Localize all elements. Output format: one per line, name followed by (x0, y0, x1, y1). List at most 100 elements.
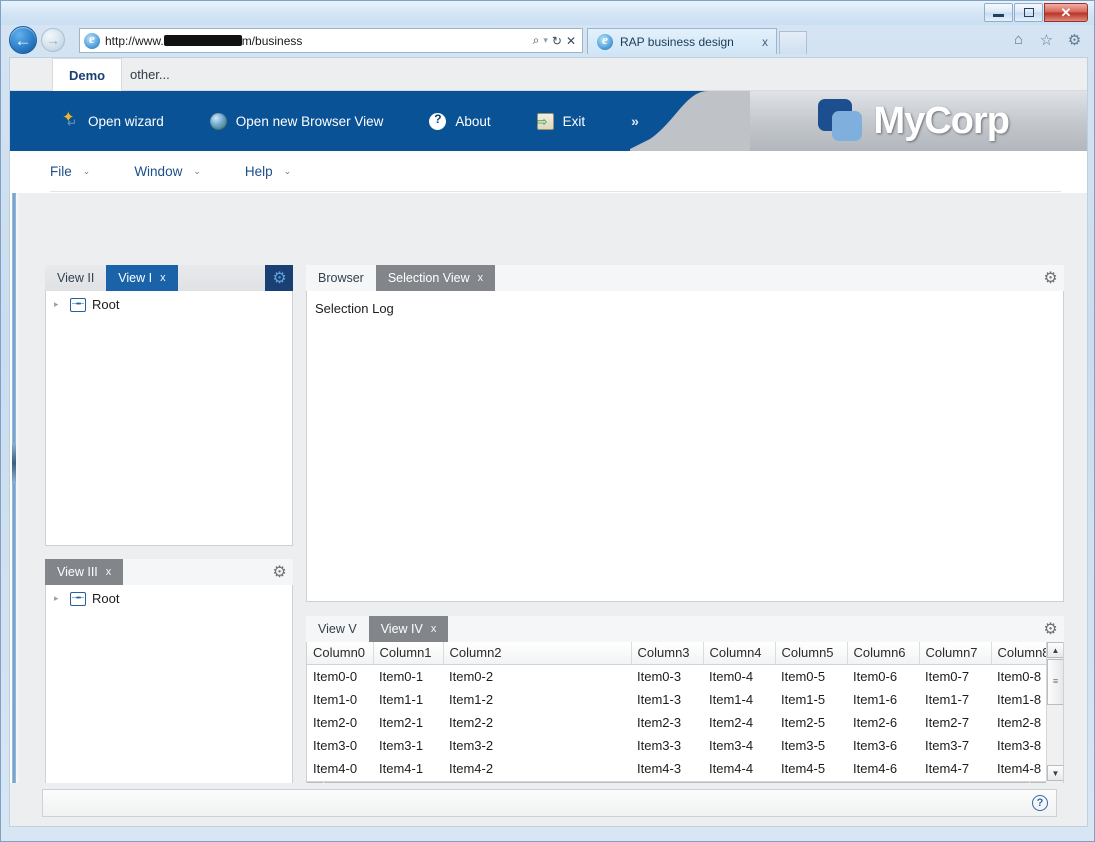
tab-selection-view-label: Selection View (387, 271, 470, 285)
search-icon[interactable]: ⌕ (533, 33, 540, 48)
menu-file[interactable]: File ⌄ (50, 164, 90, 179)
table-cell: Item1-5 (781, 692, 826, 707)
data-table-viewport: Column0 Column1 Column2 Column3 Column4 … (307, 642, 1046, 781)
url-suffix: m/business (241, 33, 303, 48)
tab-other[interactable]: other... (114, 58, 186, 91)
table-cell: Item1-6 (853, 692, 898, 707)
table-cell: Item3-2 (449, 738, 494, 753)
toolbar-overflow-chevrons-icon[interactable]: » (631, 113, 639, 129)
table-cell: Item0-0 (313, 669, 358, 684)
view-menu-gear-icon[interactable]: ⚙ (270, 562, 289, 581)
data-table: Column0 Column1 Column2 Column3 Column4 … (307, 642, 1046, 781)
tab-view-iii[interactable]: View III x (45, 559, 124, 585)
home-icon[interactable]: ⌂ (1009, 30, 1028, 49)
tree-item-root[interactable]: ▸ Root (46, 291, 292, 318)
column-header[interactable]: Column1 (373, 642, 444, 665)
part-table-view: View V View IV x ⚙ Column0 Column1 Colum… (306, 616, 1064, 798)
chevron-down-icon: ⌄ (193, 165, 201, 176)
table-cell: Item4-3 (637, 761, 682, 776)
tree-item-root[interactable]: ▸ Root (46, 585, 292, 612)
table-row[interactable]: Item3-0 Item3-1 Item3-2 Item3-3 Item3-4 … (307, 734, 1046, 757)
tab-view-i-close-icon[interactable]: x (160, 272, 166, 284)
refresh-icon[interactable]: ↻ (552, 34, 562, 48)
toolbar-open-wizard[interactable]: Open wizard (58, 108, 178, 134)
app-toolbar: Open wizard Open new Browser View About … (10, 91, 639, 151)
table-cell: Item0-1 (379, 669, 424, 684)
column-header[interactable]: Column6 (847, 642, 920, 665)
table-cell: Item4-4 (709, 761, 754, 776)
column-header[interactable]: Column7 (919, 642, 992, 665)
scroll-up-button[interactable]: ▲ (1047, 642, 1063, 658)
column-header[interactable]: Column8 (991, 642, 1046, 665)
tab-view-iii-close-icon[interactable]: x (106, 566, 112, 578)
minimize-button[interactable] (984, 3, 1013, 22)
table-vertical-scrollbar[interactable]: ▲ ≡ ▼ (1046, 642, 1063, 781)
part-view-three-body: ▸ Root (45, 585, 293, 798)
help-icon[interactable]: ? (1032, 795, 1048, 811)
column-header[interactable]: Column2 (443, 642, 632, 665)
tab-selection-view[interactable]: Selection View x (375, 265, 496, 291)
column-header[interactable]: Column0 (307, 642, 374, 665)
column-header[interactable]: Column3 (631, 642, 704, 665)
address-bar[interactable]: http://www. m/business ⌕ ▾ ↻ ✕ (79, 28, 583, 53)
menu-help-label: Help (244, 163, 273, 179)
column-header[interactable]: Column4 (703, 642, 776, 665)
close-button[interactable]: ✕ (1044, 3, 1088, 22)
favorites-star-icon[interactable]: ☆ (1037, 30, 1056, 49)
toolbar-exit-label: Exit (562, 113, 586, 129)
toolbar-open-browser-view[interactable]: Open new Browser View (206, 109, 398, 134)
table-cell: Item2-7 (925, 715, 970, 730)
table-cell: Item1-4 (709, 692, 754, 707)
tab-browser[interactable]: Browser (306, 265, 376, 291)
vertical-scroll-thumb[interactable]: ≡ (1047, 659, 1063, 705)
branding-band: Open wizard Open new Browser View About … (10, 91, 1087, 151)
view-menu-gear-icon[interactable]: ⚙ (1041, 619, 1060, 638)
scroll-down-button[interactable]: ▼ (1047, 765, 1063, 781)
tab-view-iv[interactable]: View IV x (368, 616, 449, 642)
sash-grip[interactable] (12, 443, 16, 483)
table-cell: Item2-0 (313, 715, 358, 730)
tab-demo[interactable]: Demo (52, 58, 123, 91)
browser-window: ✕ ← → http://www. m/business ⌕ ▾ ↻ ✕ RAP … (0, 0, 1095, 842)
stop-icon[interactable]: ✕ (566, 34, 576, 48)
menu-window[interactable]: Window ⌄ (134, 164, 201, 179)
expand-arrow-icon[interactable]: ▸ (54, 593, 64, 604)
tab-view-v[interactable]: View V (306, 616, 369, 642)
table-cell: Item3-4 (709, 738, 754, 753)
table-row[interactable]: Item1-0 Item1-1 Item1-2 Item1-3 Item1-4 … (307, 688, 1046, 711)
new-tab-button[interactable] (779, 31, 807, 54)
browser-tab[interactable]: RAP business design x (587, 28, 777, 54)
address-bar-actions: ⌕ ▾ ↻ ✕ (533, 33, 582, 48)
view-menu-gear-icon[interactable]: ⚙ (270, 268, 289, 287)
toolbar-exit[interactable]: Exit (533, 109, 600, 134)
browser-tab-close-icon[interactable]: x (762, 35, 768, 49)
toolbar-about[interactable]: About (425, 109, 504, 134)
tab-selection-view-close-icon[interactable]: x (478, 272, 484, 284)
tree-item-root-label: Root (92, 591, 120, 606)
expand-arrow-icon[interactable]: ▸ (54, 299, 64, 310)
app-menubar: File ⌄ Window ⌄ Help ⌄ (10, 151, 1087, 193)
table-cell: Item4-5 (781, 761, 826, 776)
table-cell: Item1-0 (313, 692, 358, 707)
column-header[interactable]: Column5 (775, 642, 848, 665)
view-menu-gear-icon[interactable]: ⚙ (1041, 268, 1060, 287)
window-titlebar: ✕ (1, 1, 1094, 25)
table-row[interactable]: Item4-0 Item4-1 Item4-2 Item4-3 Item4-4 … (307, 757, 1046, 780)
left-sash[interactable] (10, 193, 20, 826)
table-row[interactable]: Item0-0 Item0-1 Item0-2 Item0-3 Item0-4 … (307, 665, 1046, 689)
table-cell: Item1-3 (637, 692, 682, 707)
menu-help[interactable]: Help ⌄ (245, 164, 291, 179)
search-dropdown-icon[interactable]: ▾ (543, 35, 548, 46)
forward-button[interactable]: → (41, 28, 65, 52)
back-button[interactable]: ← (9, 26, 37, 54)
tools-gear-icon[interactable]: ⚙ (1065, 30, 1084, 49)
tab-view-ii[interactable]: View II (45, 265, 106, 291)
tab-demo-label: Demo (69, 67, 106, 83)
restore-button[interactable] (1014, 3, 1043, 22)
table-cell: Item2-4 (709, 715, 754, 730)
table-row[interactable]: Item2-0 Item2-1 Item2-2 Item2-3 Item2-4 … (307, 711, 1046, 734)
tab-view-iv-close-icon[interactable]: x (431, 623, 437, 635)
table-cell: Item3-8 (997, 738, 1042, 753)
workbench-area: View II View I x ⚙ ▸ Root (10, 193, 1087, 826)
tab-view-i[interactable]: View I x (106, 265, 178, 291)
